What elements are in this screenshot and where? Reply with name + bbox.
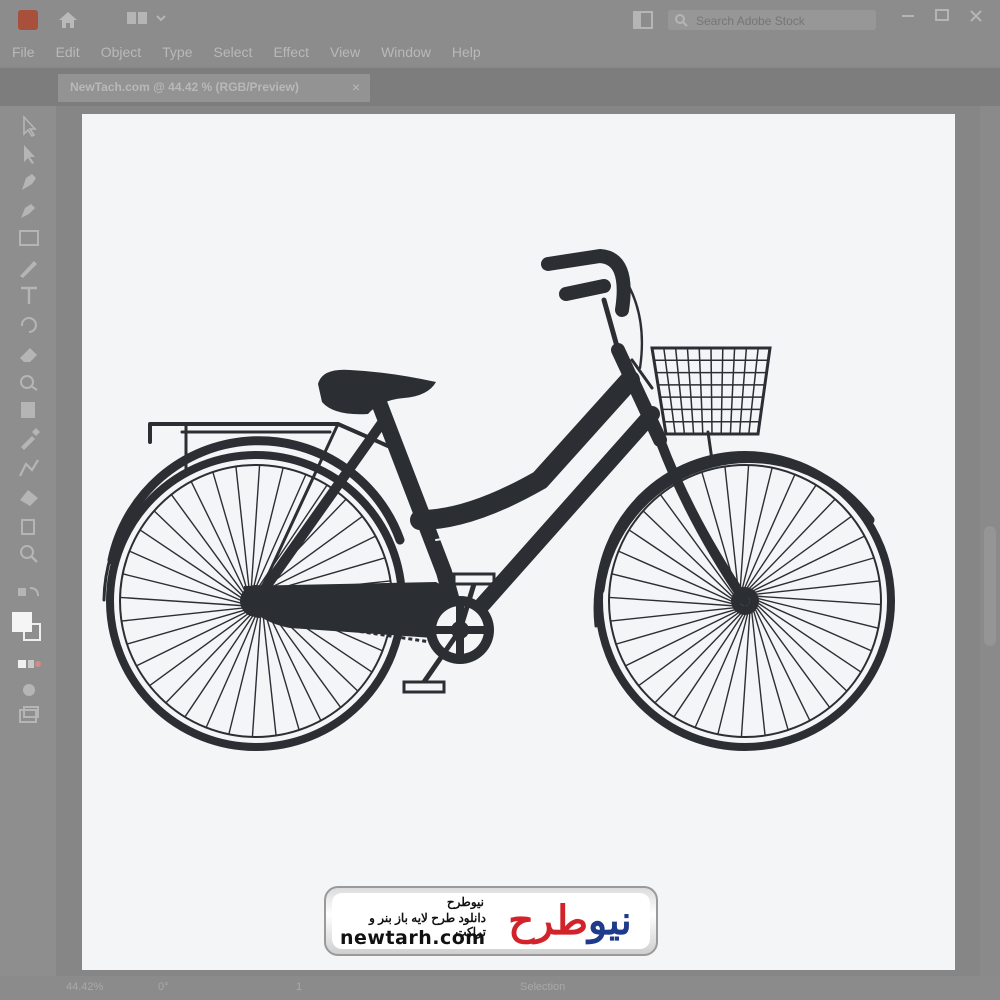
wheel-spoke (250, 465, 261, 593)
watermark-title: نیوطرح (446, 895, 484, 909)
menu-effect[interactable]: Effect (261, 40, 318, 64)
eraser-tool-icon[interactable] (16, 342, 42, 366)
wheel-spoke (638, 609, 742, 687)
search-input[interactable] (694, 12, 868, 30)
wheel-spoke (609, 596, 737, 607)
direct-selection-tool-icon[interactable] (16, 142, 42, 166)
wheel-spoke (740, 609, 751, 737)
menu-view[interactable]: View (318, 40, 369, 64)
menu-file[interactable]: File (0, 40, 44, 64)
screen-mode-icon[interactable] (16, 704, 42, 728)
slice-tool-icon[interactable] (16, 514, 42, 538)
rectangle-tool-icon[interactable] (16, 226, 42, 250)
menu-help[interactable]: Help (440, 40, 490, 64)
app-header: File Edit Object Type Select Effect View… (0, 0, 1000, 66)
type-tool-icon[interactable] (16, 284, 42, 308)
color-mode-icon[interactable] (16, 652, 42, 676)
wheel-spoke (673, 610, 746, 718)
tools-panel (0, 106, 56, 976)
wheel-spoke (744, 484, 817, 592)
artboard-tool-icon[interactable] (16, 398, 42, 422)
watermark-inner: نیوطرح دانلود طرح لایه باز بنر و تراکت n… (332, 893, 650, 949)
curvature-tool-icon[interactable] (16, 198, 42, 222)
status-bar: 44.42% 0° 1 Selection (0, 976, 1000, 1000)
wheel-spoke (754, 602, 848, 692)
watermark-logo: نیوطرح (492, 895, 648, 947)
wheel-spoke (754, 600, 862, 673)
home-icon[interactable] (56, 8, 80, 32)
wheel-spoke (753, 604, 831, 708)
menu-type[interactable]: Type (150, 40, 201, 64)
swap-colors-icon[interactable] (16, 584, 42, 608)
wheel-spoke (739, 465, 750, 593)
wheel-spoke (153, 510, 247, 600)
document-tab[interactable]: NewTach.com @ 44.42 % (RGB/Preview) × (58, 74, 370, 102)
wheel-spoke (149, 609, 253, 687)
fill-stroke-swatch-icon[interactable] (12, 612, 42, 642)
menu-select[interactable]: Select (202, 40, 262, 64)
wheel-spoke (748, 515, 852, 593)
close-window-icon[interactable] (966, 6, 986, 26)
artboard[interactable]: نیوطرح دانلود طرح لایه باز بنر و تراکت n… (82, 114, 955, 970)
wheel-spoke (654, 610, 744, 704)
zoom-tool-icon[interactable] (16, 542, 42, 566)
watermark-banner: نیوطرح دانلود طرح لایه باز بنر و تراکت n… (324, 886, 658, 956)
watermark-logo-part1: نیو (587, 899, 632, 943)
gradient-tool-icon[interactable] (16, 484, 42, 508)
wheel-spoke (139, 529, 247, 602)
arrange-documents-icon[interactable] (632, 10, 654, 30)
shape-builder-tool-icon[interactable] (16, 370, 42, 394)
status-mode[interactable]: Selection (520, 981, 565, 993)
minimize-icon[interactable] (898, 6, 918, 26)
watermark-logo-text: نیوطرح (492, 895, 648, 947)
paintbrush-tool-icon[interactable] (16, 256, 42, 280)
document-tab-label: NewTach.com @ 44.42 % (RGB/Preview) (70, 80, 299, 94)
wheel-spoke (659, 494, 737, 598)
search-box[interactable] (668, 10, 876, 30)
pen-tool-icon[interactable] (16, 170, 42, 194)
eyedropper-tool-icon[interactable] (16, 426, 42, 450)
menu-edit[interactable]: Edit (44, 40, 89, 64)
maximize-icon[interactable] (932, 6, 952, 26)
menu-window[interactable]: Window (369, 40, 440, 64)
app-logo-icon[interactable] (18, 10, 38, 30)
status-angle[interactable]: 0° (158, 981, 169, 993)
wheel-spoke (184, 610, 257, 718)
close-tab-icon[interactable]: × (352, 79, 360, 95)
workspace-switcher-icon[interactable] (125, 10, 171, 28)
search-icon (675, 14, 688, 27)
wheel-spoke (165, 610, 255, 704)
wheel-spoke (251, 609, 262, 737)
menu-bar: File Edit Object Type Select Effect View… (0, 40, 490, 64)
graph-tool-icon[interactable] (16, 456, 42, 480)
watermark-logo-part2: طرح (508, 899, 588, 943)
wheel-spoke (170, 494, 248, 598)
wheel-spoke (746, 498, 836, 592)
wheel-spoke (120, 596, 248, 607)
watermark-url: newtarh.com (340, 927, 486, 949)
selection-tool-icon[interactable] (16, 114, 42, 138)
status-artboard[interactable]: 1 (296, 981, 302, 993)
rotate-tool-icon[interactable] (16, 312, 42, 336)
menu-object[interactable]: Object (89, 40, 150, 64)
scrollbar-thumb[interactable] (984, 526, 996, 646)
wheel-spoke (753, 595, 881, 606)
bicycle-illustration (102, 249, 895, 751)
vertical-scrollbar[interactable] (980, 106, 1000, 976)
draw-mode-icon[interactable] (16, 678, 42, 702)
status-zoom[interactable]: 44.42% (66, 981, 103, 993)
